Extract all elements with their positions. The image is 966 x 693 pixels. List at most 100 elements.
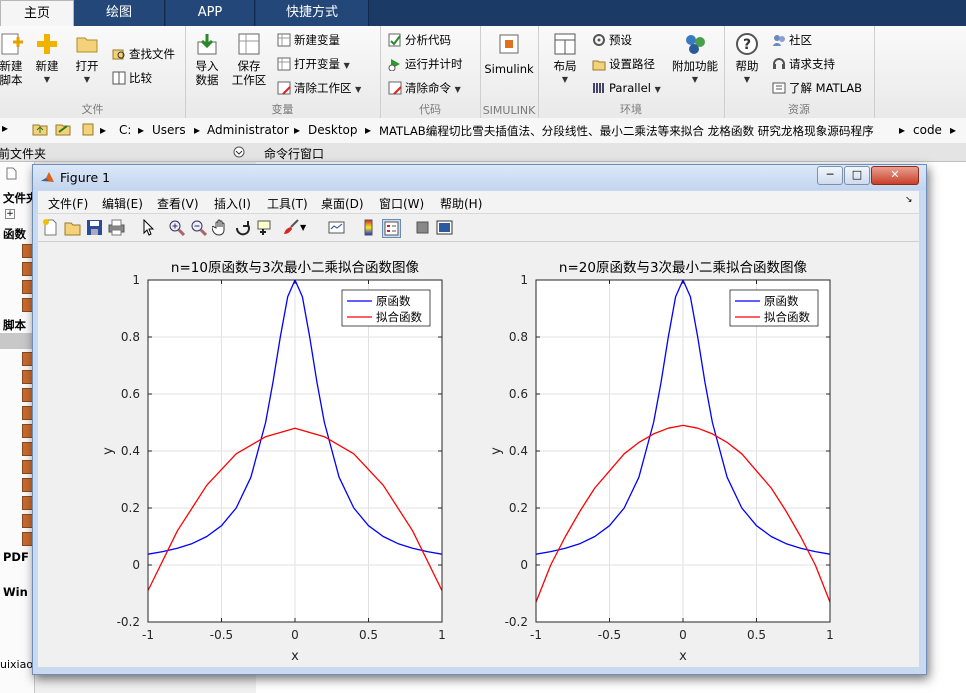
menu-help[interactable]: 帮助(H) <box>440 195 482 212</box>
menu-view[interactable]: 查看(V) <box>157 195 199 212</box>
command-window-header[interactable]: 命令行窗口 <box>264 145 324 162</box>
help-label: 帮助 <box>735 59 759 73</box>
run-and-time-button[interactable]: 运行并计时 <box>388 54 463 74</box>
help-button[interactable]: ? 帮助 ▼ <box>730 32 764 87</box>
figure-canvas[interactable]: -1 -0.5 0 0.5 1 -0.2 0 0.2 0.4 0.6 0.8 1 n=10原函数与3次最… <box>38 242 919 667</box>
close-icon: ✕ <box>890 168 900 181</box>
y-tick-label: 0.8 <box>509 330 528 344</box>
win-group-label: Win <box>3 585 28 599</box>
request-support-button[interactable]: 请求支持 <box>772 54 835 74</box>
pan-icon[interactable] <box>211 219 229 236</box>
learn-matlab-label: 了解 MATLAB <box>789 81 863 95</box>
expand-icon[interactable]: + <box>5 209 15 219</box>
menu-window[interactable]: 窗口(W) <box>379 195 424 212</box>
section-title-file: 文件 <box>81 103 104 116</box>
y-tick-label: 0.4 <box>509 444 528 458</box>
hide-plot-tools-icon[interactable] <box>414 219 431 236</box>
analyze-code-button[interactable]: 分析代码 <box>388 30 451 50</box>
menu-file[interactable]: 文件(F) <box>48 195 88 212</box>
tab-home[interactable]: 主页 <box>0 0 74 27</box>
figure-plot-area[interactable]: -1 -0.5 0 0.5 1 -0.2 0 0.2 0.4 0.6 0.8 1 n=10原函数与3次最… <box>38 242 919 667</box>
layout-icon <box>553 32 577 56</box>
minimize-button[interactable]: ─ <box>817 166 843 185</box>
open-variable-label: 打开变量 <box>294 57 340 71</box>
back-icon[interactable]: ▸ <box>2 121 8 135</box>
browse-folder-icon[interactable] <box>55 122 71 136</box>
breadcrumb-item[interactable]: Users <box>152 123 186 137</box>
menu-tools[interactable]: 工具(T) <box>267 195 308 212</box>
breadcrumb-item[interactable]: Desktop <box>308 123 358 137</box>
clear-commands-button[interactable]: 清除命令 ▼ <box>388 78 461 98</box>
parallel-label: Parallel <box>609 81 651 95</box>
show-plot-tools-icon[interactable] <box>436 219 453 236</box>
parallel-button[interactable]: Parallel ▼ <box>592 78 661 98</box>
up-folder-icon[interactable] <box>32 122 48 136</box>
x-tick-label: 0 <box>679 628 687 642</box>
legend-label: 拟合函数 <box>764 310 810 324</box>
y-axis-label: y <box>101 447 116 455</box>
layout-button[interactable]: 布局 ▼ <box>548 32 582 87</box>
new-figure-icon[interactable] <box>42 219 59 236</box>
new-variable-button[interactable]: 新建变量 <box>277 30 340 50</box>
request-support-label: 请求支持 <box>789 57 835 71</box>
open-icon[interactable] <box>64 219 81 236</box>
x-tick-label: -1 <box>530 628 542 642</box>
legend-icon[interactable] <box>382 219 401 238</box>
brush-icon[interactable] <box>282 219 299 236</box>
learn-matlab-button[interactable]: 了解 MATLAB <box>772 78 862 98</box>
chevron-down-icon: ▼ <box>743 75 751 84</box>
compare-button[interactable]: 比较 <box>112 68 152 88</box>
addons-button[interactable]: 附加功能 ▼ <box>670 32 720 87</box>
y-tick-label: 0.2 <box>121 501 140 515</box>
breadcrumb-item[interactable]: C: <box>119 123 131 137</box>
colorbar-icon[interactable] <box>360 219 377 236</box>
community-label: 社区 <box>789 33 812 47</box>
zoom-out-icon[interactable] <box>190 219 208 237</box>
dock-arrow-icon[interactable]: ↘ <box>905 195 913 205</box>
zoom-in-icon[interactable] <box>168 219 186 237</box>
maximize-button[interactable]: □ <box>844 166 870 185</box>
menu-insert[interactable]: 插入(I) <box>214 195 251 212</box>
panel-menu-icon[interactable] <box>233 146 245 158</box>
breadcrumb-item[interactable]: code <box>913 123 942 137</box>
ribbon-section-file: 新建 脚本 新建 ▼ 打开 ▼ 查找文件 比较 文件 <box>0 26 186 118</box>
save-icon[interactable] <box>86 219 103 236</box>
tab-plots[interactable]: 绘图 <box>74 0 165 26</box>
breadcrumb-separator: ▸ <box>950 123 957 137</box>
clear-workspace-button[interactable]: 清除工作区 ▼ <box>277 78 361 98</box>
open-variable-button[interactable]: 打开变量 ▼ <box>277 54 350 74</box>
find-files-button[interactable]: 查找文件 <box>112 44 175 64</box>
import-data-button[interactable]: 导入 数据 <box>189 32 225 87</box>
chart-title: n=20原函数与3次最小二乘拟合函数图像 <box>559 260 808 276</box>
set-path-button[interactable]: 设置路径 <box>592 54 655 74</box>
chevron-down-icon[interactable]: ▼ <box>300 223 308 240</box>
pointer-icon[interactable] <box>140 218 157 236</box>
x-tick-label: -0.5 <box>598 628 621 642</box>
chevron-down-icon: ▼ <box>83 75 91 84</box>
pane-headers: 当前文件夹 命令行窗口 <box>0 143 966 162</box>
save-workspace-button[interactable]: 保存 工作区 <box>231 32 267 87</box>
data-cursor-icon[interactable] <box>256 219 273 236</box>
chevron-down-icon: ▼ <box>454 85 461 94</box>
chevron-down-icon: ▼ <box>355 85 362 94</box>
print-icon[interactable] <box>108 219 125 236</box>
selected-row[interactable] <box>0 333 34 349</box>
link-plot-icon[interactable] <box>328 219 345 236</box>
close-button[interactable]: ✕ <box>871 166 919 185</box>
breadcrumb-item[interactable]: Administrator <box>207 123 289 137</box>
rotate-3d-icon[interactable] <box>234 219 251 236</box>
figure-title-bar[interactable]: Figure 1 ─ □ ✕ <box>33 165 926 190</box>
menu-edit[interactable]: 编辑(E) <box>102 195 143 212</box>
new-button[interactable]: 新建 ▼ <box>32 32 62 87</box>
simulink-button[interactable]: Simulink <box>482 32 536 76</box>
community-button[interactable]: 社区 <box>772 30 812 50</box>
open-button[interactable]: 打开 ▼ <box>72 32 102 87</box>
menu-desktop[interactable]: 桌面(D) <box>321 195 364 212</box>
tab-apps[interactable]: APP <box>166 0 255 26</box>
preferences-button[interactable]: 预设 <box>592 30 632 50</box>
current-folder-header[interactable]: 当前文件夹 <box>0 145 46 162</box>
simulink-label: Simulink <box>484 62 534 76</box>
new-script-button[interactable]: 新建 脚本 <box>0 32 28 87</box>
tab-shortcuts[interactable]: 快捷方式 <box>256 0 369 26</box>
breadcrumb-item[interactable]: MATLAB编程切比雪夫插值法、分段线性、最小二乘法等来拟合 龙格函数 研究龙格… <box>379 123 874 139</box>
